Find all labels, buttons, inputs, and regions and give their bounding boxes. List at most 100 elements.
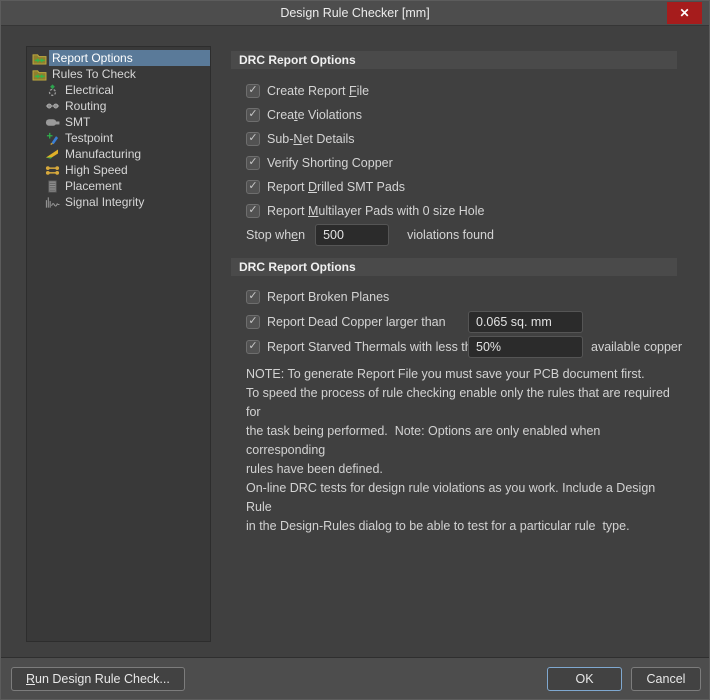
design-rule-checker-dialog: Design Rule Checker [mm] ✕ Report Option… <box>0 0 710 700</box>
sub-net-details-label: Sub-Net Details <box>267 132 355 146</box>
sidebar-item-high-speed[interactable]: High Speed <box>27 162 210 178</box>
sidebar-item-label: Signal Integrity <box>65 195 145 209</box>
create-violations-checkbox[interactable]: ✓ <box>246 108 260 122</box>
violations-count-input[interactable] <box>315 224 390 246</box>
placement-icon <box>43 179 61 193</box>
note-line: rules have been defined. <box>246 462 383 476</box>
drc-options-panel: DRC Report Options ✓ Create Report File … <box>231 51 682 536</box>
verify-shorting-copper-label: Verify Shorting Copper <box>267 156 393 170</box>
label-text: Sub- <box>267 132 294 146</box>
starved-thermals-percent-input[interactable] <box>468 335 583 358</box>
label-text: Verify Shorting Copper <box>267 156 393 170</box>
title-bar: Design Rule Checker [mm] ✕ <box>1 1 709 26</box>
checkmark-icon: ✓ <box>248 84 258 96</box>
dialog-title: Design Rule Checker [mm] <box>280 6 430 20</box>
cancel-button[interactable]: Cancel <box>631 667 701 691</box>
section-header-drc-report-options-1: DRC Report Options <box>231 51 677 69</box>
sidebar-item-electrical[interactable]: Electrical <box>27 82 210 98</box>
checkmark-icon: ✓ <box>248 180 258 192</box>
sidebar-item-manufacturing[interactable]: Manufacturing <box>27 146 210 162</box>
sidebar-item-signal-integrity[interactable]: Signal Integrity <box>27 194 210 210</box>
sidebar-item-label: Placement <box>65 179 122 193</box>
sidebar-item-placement[interactable]: Placement <box>27 178 210 194</box>
routing-icon <box>43 99 61 113</box>
sidebar-item-label: Routing <box>65 99 107 113</box>
note-line: On-line DRC tests for design rule violat… <box>246 481 659 514</box>
report-drilled-smt-pads-label: Report Drilled SMT Pads <box>267 180 405 194</box>
note-line: NOTE: To generate Report File you must s… <box>246 367 645 381</box>
report-drilled-smt-pads-checkbox[interactable]: ✓ <box>246 180 260 194</box>
violations-found-label: violations found <box>407 228 494 242</box>
sidebar-item-testpoint[interactable]: Testpoint <box>27 130 210 146</box>
button-label: Cancel <box>646 672 686 686</box>
button-label: OK <box>575 672 594 686</box>
report-multilayer-pads-checkbox[interactable]: ✓ <box>246 204 260 218</box>
label-text: ile <box>356 84 370 98</box>
sidebar-item-smt[interactable]: SMT <box>27 114 210 130</box>
label-text: n <box>298 228 306 242</box>
close-button[interactable]: ✕ <box>667 2 702 24</box>
checkmark-icon: ✓ <box>248 314 258 327</box>
available-copper-label: available copper <box>591 339 683 354</box>
dead-copper-size-input[interactable] <box>468 310 583 333</box>
report-dead-copper-checkbox[interactable]: ✓ <box>246 314 260 329</box>
access-key: M <box>308 204 319 218</box>
note-text: NOTE: To generate Report File you must s… <box>231 365 677 536</box>
report-options-group-2: ✓ Report Broken Planes ✓ Report Dead Cop… <box>231 284 682 359</box>
report-starved-thermals-checkbox[interactable]: ✓ <box>246 339 260 354</box>
electrical-icon <box>43 83 61 97</box>
button-label: Run Design Rule Check... <box>26 672 170 686</box>
close-icon: ✕ <box>679 6 690 20</box>
sidebar-item-label: Electrical <box>65 83 114 97</box>
report-starved-thermals-label: Report Starved Thermals with less than <box>267 339 486 354</box>
label-text: un Design Rule Check... <box>35 672 170 686</box>
signal-integrity-icon <box>43 195 61 209</box>
ok-button[interactable]: OK <box>547 667 622 691</box>
sidebar-item-rules-to-check[interactable]: Rules To Check <box>27 66 210 82</box>
label-text: Crea <box>267 108 295 122</box>
label-text: Stop wh <box>246 228 292 242</box>
sidebar-item-report-options[interactable]: Report Options <box>27 50 210 66</box>
report-broken-planes-checkbox[interactable]: ✓ <box>246 289 260 304</box>
report-broken-planes-label: Report Broken Planes <box>267 289 390 304</box>
checkmark-icon: ✓ <box>248 204 258 216</box>
row-create-report-file: ✓ Create Report File <box>231 79 677 103</box>
checkmark-icon: ✓ <box>248 289 258 302</box>
checkmark-icon: ✓ <box>248 339 258 352</box>
label-text: Create Report <box>267 84 349 98</box>
row-report-multilayer-pads: ✓ Report Multilayer Pads with 0 size Hol… <box>231 199 677 223</box>
report-multilayer-pads-label: Report Multilayer Pads with 0 size Hole <box>267 204 484 218</box>
row-stop-when: Stop when violations found <box>231 223 677 247</box>
note-line: in the Design-Rules dialog to be able to… <box>246 519 630 533</box>
label-text: et Details <box>302 132 355 146</box>
section-header-drc-report-options-2: DRC Report Options <box>231 258 677 276</box>
label-text: Report <box>267 204 308 218</box>
verify-shorting-copper-checkbox[interactable]: ✓ <box>246 156 260 170</box>
sub-net-details-checkbox[interactable]: ✓ <box>246 132 260 146</box>
label-text: e Violations <box>297 108 362 122</box>
create-violations-label: Create Violations <box>267 108 362 122</box>
smt-icon <box>43 115 61 129</box>
high-speed-icon <box>43 163 61 177</box>
sidebar-item-label: Report Options <box>49 50 210 66</box>
row-report-dead-copper: ✓ Report Dead Copper larger than <box>231 309 677 334</box>
row-report-broken-planes: ✓ Report Broken Planes <box>231 284 677 309</box>
access-key: F <box>348 84 357 98</box>
folder-compare-icon <box>30 51 48 65</box>
label-text: ultilayer Pads with 0 size Hole <box>318 204 485 218</box>
run-design-rule-check-button[interactable]: Run Design Rule Check... <box>11 667 185 691</box>
sidebar-item-label: SMT <box>65 115 91 129</box>
row-sub-net-details: ✓ Sub-Net Details <box>231 127 677 151</box>
access-key: D <box>308 180 318 194</box>
folder-compare-icon <box>30 67 48 81</box>
testpoint-icon <box>43 131 61 145</box>
checkmark-icon: ✓ <box>248 132 258 144</box>
note-line: To speed the process of rule checking en… <box>246 386 674 419</box>
note-line: the task being performed. Note: Options … <box>246 424 604 457</box>
create-report-file-checkbox[interactable]: ✓ <box>246 84 260 98</box>
checkmark-icon: ✓ <box>248 156 258 168</box>
label-text: Report <box>267 180 308 194</box>
access-key: R <box>26 672 36 686</box>
sidebar-item-routing[interactable]: Routing <box>27 98 210 114</box>
report-dead-copper-label: Report Dead Copper larger than <box>267 314 446 329</box>
